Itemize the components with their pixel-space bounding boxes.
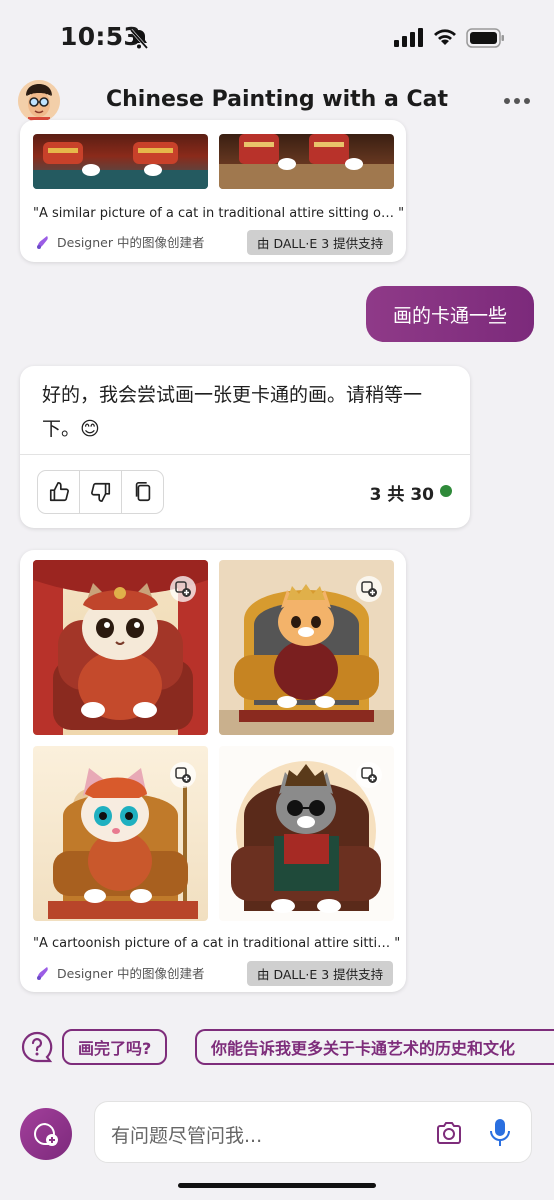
battery-icon	[466, 28, 504, 48]
status-dot	[440, 485, 452, 497]
new-chat-icon	[34, 1122, 58, 1146]
image-caption: "A cartoonish picture of a cat in tradit…	[33, 936, 401, 951]
add-image-icon	[175, 581, 191, 597]
generated-image-1[interactable]	[33, 560, 208, 735]
bot-reply-card: 好的，我会尝试画一张更卡通的画。请稍等一下。😊 3 共 30	[20, 366, 470, 528]
wifi-icon	[434, 29, 456, 45]
previous-image-1[interactable]	[33, 134, 208, 189]
suggestion-chip-1[interactable]: 画完了吗?	[62, 1029, 168, 1065]
add-to-collection-button[interactable]	[170, 576, 196, 602]
thumbs-up-icon	[49, 482, 69, 502]
add-to-collection-button[interactable]	[356, 762, 382, 788]
add-image-icon	[361, 581, 377, 597]
suggestion-chip-2[interactable]: 你能告诉我更多关于卡通艺术的历史和文化	[195, 1029, 554, 1065]
bell-muted-icon	[129, 29, 149, 49]
designer-label: Designer 中的图像创建者	[57, 966, 205, 981]
cellular-signal-icon	[394, 28, 423, 47]
designer-label: Designer 中的图像创建者	[57, 235, 205, 250]
divider	[20, 454, 470, 455]
add-to-collection-button[interactable]	[356, 576, 382, 602]
dislike-button[interactable]	[79, 471, 121, 513]
microphone-icon[interactable]	[489, 1118, 511, 1148]
copy-button[interactable]	[121, 471, 163, 513]
designer-attribution[interactable]: Designer 中的图像创建者	[35, 232, 204, 251]
copy-icon	[135, 482, 150, 502]
help-icon[interactable]	[20, 1030, 54, 1064]
previous-image-2[interactable]	[219, 134, 394, 189]
designer-attribution[interactable]: Designer 中的图像创建者	[35, 963, 204, 982]
new-topic-button[interactable]	[20, 1108, 72, 1160]
dalle-badge: 由 DALL·E 3 提供支持	[247, 230, 394, 255]
add-image-icon	[361, 767, 377, 783]
camera-icon[interactable]	[435, 1120, 463, 1146]
bot-message-text: 好的，我会尝试画一张更卡通的画。请稍等一下。😊	[42, 384, 423, 440]
message-input[interactable]: 有问题尽管问我...	[94, 1101, 532, 1163]
designer-logo-icon	[37, 235, 48, 249]
add-to-collection-button[interactable]	[170, 762, 196, 788]
input-placeholder: 有问题尽管问我...	[111, 1125, 263, 1147]
previous-image-card: "A similar picture of a cat in tradition…	[20, 120, 406, 262]
home-indicator	[178, 1183, 376, 1188]
generated-image-2[interactable]	[219, 560, 394, 735]
reaction-buttons	[37, 470, 164, 514]
add-image-icon	[175, 767, 191, 783]
more-options-icon[interactable]	[502, 93, 532, 109]
turn-counter: 3 共 30	[369, 485, 434, 505]
user-message-bubble: 画的卡通一些	[366, 286, 534, 342]
like-button[interactable]	[38, 471, 79, 513]
image-caption: "A similar picture of a cat in tradition…	[33, 206, 405, 221]
generated-image-4[interactable]	[219, 746, 394, 921]
page-title: Chinese Painting with a Cat	[105, 87, 449, 112]
dalle-badge: 由 DALL·E 3 提供支持	[247, 961, 394, 986]
generated-image-card: "A cartoonish picture of a cat in tradit…	[20, 550, 406, 992]
designer-logo-icon	[37, 966, 48, 980]
generated-image-3[interactable]	[33, 746, 208, 921]
thumbs-down-icon	[90, 482, 110, 502]
